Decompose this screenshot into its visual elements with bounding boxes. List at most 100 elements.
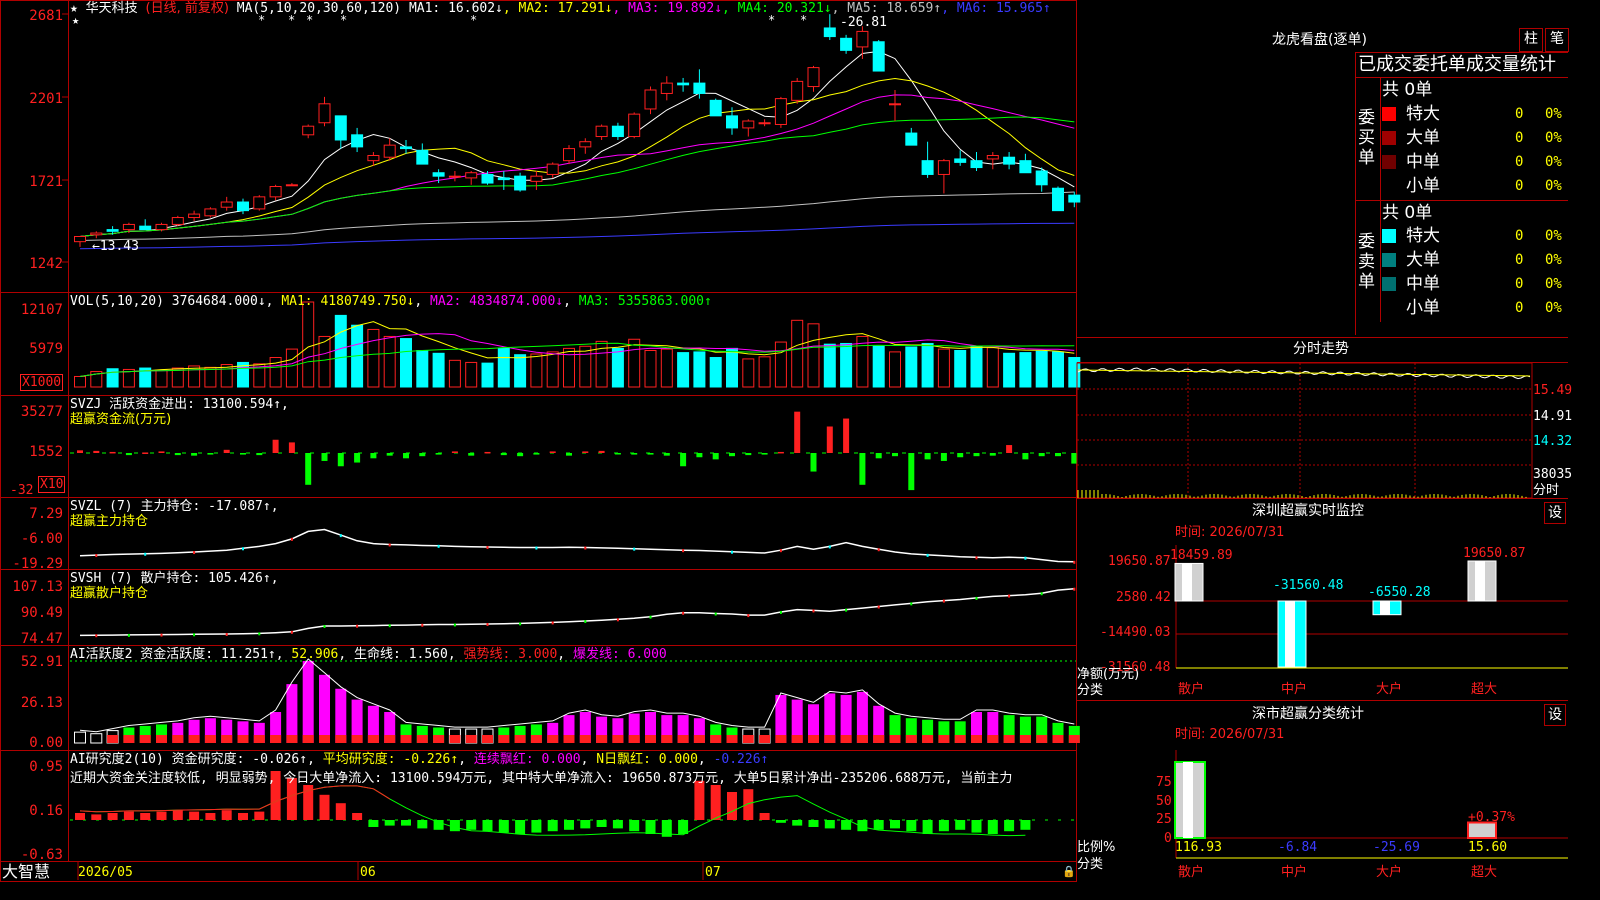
candle [742,120,755,129]
ai-research-bar [873,820,884,830]
svzj-bar [1038,453,1045,457]
ai-active-base-bar [123,735,135,743]
candle [791,80,804,101]
classify-ylabel2: 分类 [1077,857,1104,872]
level-name: 特大 [1406,104,1440,124]
period-label[interactable]: (日线, 前复权) [146,1,229,16]
vol-ma1: MA1: 4180749.750↓ [281,294,415,309]
svsh-axis-label: 74.47 [20,631,63,647]
ai-research-bar [987,820,998,834]
volume-bar [74,375,86,388]
candle [970,160,983,169]
svzl-line [79,528,1075,563]
svzj-bar [93,450,100,453]
svsh-marker [942,599,945,603]
svzj-axis-label: -32 [10,483,34,498]
sell-side-label: 委卖单 [1358,232,1375,292]
candle [351,134,364,148]
svsh-marker [225,632,228,636]
volume-bar [546,351,559,388]
volume-bar [693,351,706,388]
candle [318,103,331,124]
svzj-bar [631,453,638,455]
svzl-axis-label: -6.00 [20,531,63,547]
svzj-bar [354,453,361,463]
volume-bar [677,352,690,388]
ai-active-bar [302,661,314,743]
candle [563,148,575,162]
candle [253,196,266,210]
svzj-unit-button[interactable]: X10 [38,476,66,493]
vol-unit-button[interactable]: X1000 [20,374,64,391]
ma-line [79,50,1075,237]
svzl-marker [633,547,636,551]
monitor-bar-highlight [1475,561,1485,601]
lock-icon[interactable]: 🔒 [1062,864,1076,879]
ai-active-base-bar [465,735,477,743]
monitor-axis-label: 19650.87 [1108,554,1171,569]
svzj-bar [810,453,817,472]
ai-research-bar [759,813,770,820]
svzj-bar [419,453,426,457]
classify-settings-button[interactable]: 设 [1544,704,1566,726]
svzj-bar [729,453,735,457]
ai-research-bar [645,820,656,834]
svsh-marker [356,624,359,628]
candle [204,208,217,217]
ai-active-base-bar [693,735,705,743]
date-label: 2026/05 [78,865,133,880]
classify-axis-label: 25 [1156,812,1172,827]
candle [889,103,901,106]
price-axis-label: 1242 [29,256,63,272]
ai-research-bar [841,820,852,830]
ai-research-bar [922,820,933,834]
price-header: ★ 华天科技 (日线, 前复权) MA(5,10,20,30,60,120) M… [70,1,1051,16]
svzl-marker [339,534,342,538]
svsh-marker [1008,594,1011,598]
tab-tick-view[interactable]: 笔 [1545,28,1569,52]
ai-active-base-bar [351,735,363,743]
candle [1052,187,1064,212]
candle [400,146,412,150]
level-name: 大单 [1406,128,1440,148]
svzj-bar [745,453,752,456]
stock-name[interactable]: 华天科技 [86,1,138,16]
volume-bar [954,349,967,388]
monitor-settings-button[interactable]: 设 [1544,502,1566,524]
svzj-bar [875,453,882,459]
svzl-marker [290,537,293,541]
ai-research-bar [629,820,640,832]
ai-research-bar [107,813,118,820]
level-percent: 0% [1545,300,1562,316]
ai-research-bar [678,820,689,834]
tab-bar-view[interactable]: 柱 [1519,28,1543,52]
ai-research-bar [596,820,607,827]
svzl-marker [584,546,587,550]
svzj-axis-label: 35277 [20,404,63,420]
monitor-category: 超大 [1471,682,1498,697]
monitor-ylabel2: 分类 [1077,683,1104,698]
ai-research-bar [906,820,917,832]
ai-active-life: 生命线: 1.560 [354,647,448,662]
ai-active-base-bar [172,735,184,743]
candle [302,125,315,136]
ai-research-bar [401,820,411,826]
candle [1035,170,1048,186]
ai-active-base-bar [547,735,559,743]
order-stats-title: 已成交委托单成交量统计 [1358,54,1556,75]
candle [644,89,657,110]
ai-research-bar [547,820,558,832]
svzl-marker [779,549,782,553]
svzj-bar [240,453,246,455]
ai-research-last: -0.226↑ [713,752,769,767]
svsh-marker [127,633,130,637]
svsh-marker [258,632,261,636]
candle [220,201,233,208]
ai-active-base-bar [449,735,461,743]
svzj-bar [451,451,458,453]
svzj-bar [158,451,165,453]
candle [74,235,86,243]
level-percent: 0% [1545,178,1562,194]
svzj-bar [370,453,377,459]
svzj-bar [500,453,507,456]
